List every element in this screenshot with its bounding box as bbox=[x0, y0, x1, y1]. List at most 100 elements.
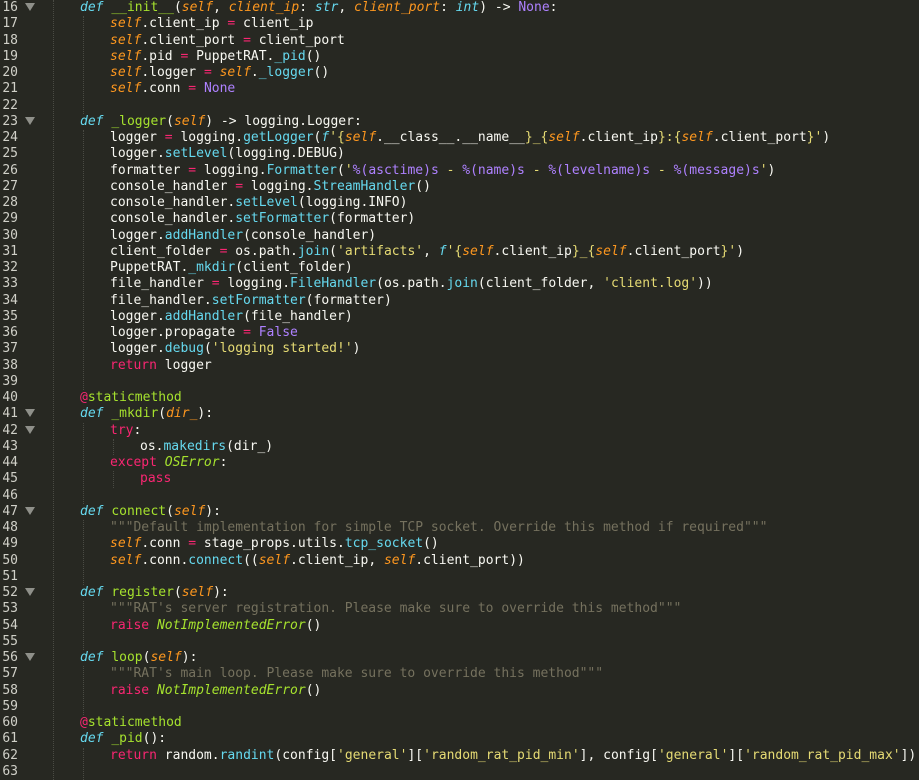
line-number: 32 bbox=[0, 260, 18, 276]
code-line[interactable]: 61def _pid(): bbox=[0, 731, 919, 747]
code-token: _mkdir bbox=[111, 406, 158, 421]
code-line[interactable]: 24logger = logging.getLogger(f'{self.__c… bbox=[0, 130, 919, 146]
code-line[interactable]: 48"""Default implementation for simple T… bbox=[0, 520, 919, 536]
code-line[interactable]: 57"""RAT's main loop. Please make sure t… bbox=[0, 666, 919, 682]
fold-arrow-icon[interactable] bbox=[25, 653, 35, 661]
code-text: formatter = logging.Formatter('%(asctime… bbox=[110, 163, 775, 179]
line-number: 52 bbox=[0, 585, 18, 601]
line-number: 34 bbox=[0, 293, 18, 309]
code-line[interactable]: 49self.conn = stage_props.utils.tcp_sock… bbox=[0, 536, 919, 552]
code-line[interactable]: 25logger.setLevel(logging.DEBUG) bbox=[0, 146, 919, 162]
code-line[interactable]: 33file_handler = logging.FileHandler(os.… bbox=[0, 276, 919, 292]
code-token: None bbox=[518, 0, 549, 15]
code-line[interactable]: 19self.pid = PuppetRAT._pid() bbox=[0, 49, 919, 65]
code-line[interactable]: 50self.conn.connect((self.client_ip, sel… bbox=[0, 553, 919, 569]
code-token: os.path. bbox=[227, 244, 297, 259]
line-number: 62 bbox=[0, 748, 18, 764]
code-token: @ bbox=[80, 715, 88, 730]
code-line[interactable]: 47def connect(self): bbox=[0, 504, 919, 520]
code-line[interactable]: 62return random.randint(config['general'… bbox=[0, 748, 919, 764]
code-line[interactable]: 45pass bbox=[0, 471, 919, 487]
code-token: : bbox=[133, 423, 141, 438]
code-line[interactable]: 35logger.addHandler(file_handler) bbox=[0, 309, 919, 325]
code-line[interactable]: 17self.client_ip = client_ip bbox=[0, 16, 919, 32]
code-token: return bbox=[110, 748, 157, 763]
code-text: raise NotImplementedError() bbox=[110, 618, 321, 634]
code-token: register bbox=[111, 585, 174, 600]
line-number: 28 bbox=[0, 195, 18, 211]
code-token: logging. bbox=[196, 163, 266, 178]
code-line[interactable]: 52def register(self): bbox=[0, 585, 919, 601]
fold-arrow-icon[interactable] bbox=[25, 409, 35, 417]
line-number: 54 bbox=[0, 618, 18, 634]
code-token: def bbox=[80, 0, 103, 15]
code-token: setFormatter bbox=[235, 211, 329, 226]
code-line[interactable]: 32PuppetRAT._mkdir(client_folder) bbox=[0, 260, 919, 276]
code-line[interactable]: 46 bbox=[0, 488, 919, 504]
code-token: def bbox=[80, 504, 103, 519]
code-token: formatter bbox=[110, 163, 188, 178]
code-line[interactable]: 40@staticmethod bbox=[0, 390, 919, 406]
fold-arrow-icon[interactable] bbox=[25, 507, 35, 515]
line-number: 57 bbox=[0, 666, 18, 682]
code-token: str bbox=[315, 0, 338, 15]
fold-arrow-icon[interactable] bbox=[25, 426, 35, 434]
code-line[interactable]: 58raise NotImplementedError() bbox=[0, 683, 919, 699]
code-token: logging. bbox=[220, 276, 290, 291]
code-line[interactable]: 42try: bbox=[0, 423, 919, 439]
code-token: console_handler. bbox=[110, 211, 235, 226]
code-line[interactable]: 20self.logger = self._logger() bbox=[0, 65, 919, 81]
code-line[interactable]: 30logger.addHandler(console_handler) bbox=[0, 228, 919, 244]
code-line[interactable]: 60@staticmethod bbox=[0, 715, 919, 731]
code-text: console_handler = logging.StreamHandler(… bbox=[110, 179, 431, 195]
code-text: file_handler.setFormatter(formatter) bbox=[110, 293, 392, 309]
code-line[interactable]: 34 file_handler.setFormatter(formatter) bbox=[0, 293, 919, 309]
code-line[interactable]: 22 bbox=[0, 98, 919, 114]
code-editor[interactable]: 16def __init__(self, client_ip: str, cli… bbox=[0, 0, 919, 772]
code-line[interactable]: 21self.conn = None bbox=[0, 81, 919, 97]
fold-arrow-icon[interactable] bbox=[25, 117, 35, 125]
code-token: int bbox=[456, 0, 479, 15]
code-line[interactable]: 54 raise NotImplementedError() bbox=[0, 618, 919, 634]
fold-arrow-icon[interactable] bbox=[25, 588, 35, 596]
code-line[interactable]: 37logger.debug('logging started!') bbox=[0, 341, 919, 357]
code-token: StreamHandler bbox=[314, 179, 416, 194]
line-number: 41 bbox=[0, 406, 18, 422]
code-line[interactable]: 29console_handler.setFormatter(formatter… bbox=[0, 211, 919, 227]
code-line[interactable]: 18self.client_port = client_port bbox=[0, 33, 919, 49]
code-line[interactable]: 26formatter = logging.Formatter('%(ascti… bbox=[0, 163, 919, 179]
code-line[interactable]: 55 bbox=[0, 634, 919, 650]
code-line[interactable]: 39 bbox=[0, 374, 919, 390]
code-token: self bbox=[384, 553, 415, 568]
code-token: loop bbox=[111, 650, 142, 665]
code-token: NotImplementedError bbox=[157, 618, 306, 633]
code-line[interactable]: 28 console_handler.setLevel(logging.INFO) bbox=[0, 195, 919, 211]
code-line[interactable]: 43os.makedirs(dir_) bbox=[0, 439, 919, 455]
code-line[interactable]: 23def _logger(self) -> logging.Logger: bbox=[0, 114, 919, 130]
code-token: : bbox=[440, 0, 456, 15]
code-line[interactable]: 27console_handler = logging.StreamHandle… bbox=[0, 179, 919, 195]
code-line[interactable]: 38return logger bbox=[0, 358, 919, 374]
code-line[interactable]: 36logger.propagate = False bbox=[0, 325, 919, 341]
code-line[interactable]: 41def _mkdir(dir_): bbox=[0, 406, 919, 422]
line-number: 16 bbox=[0, 0, 18, 16]
code-line[interactable]: 31client_folder = os.path.join('artifact… bbox=[0, 244, 919, 260]
code-line[interactable]: 16def __init__(self, client_ip: str, cli… bbox=[0, 0, 919, 16]
code-token: PuppetRAT. bbox=[188, 49, 274, 64]
line-number: 47 bbox=[0, 504, 18, 520]
code-line[interactable]: 44except OSError: bbox=[0, 455, 919, 471]
code-token: }_{ bbox=[572, 244, 595, 259]
code-token: = bbox=[165, 130, 173, 145]
code-line[interactable]: 53"""RAT's server registration. Please m… bbox=[0, 601, 919, 617]
code-line[interactable]: 51 bbox=[0, 569, 919, 585]
code-line[interactable]: 59 bbox=[0, 699, 919, 715]
code-line[interactable]: 56def loop(self): bbox=[0, 650, 919, 666]
code-text: @staticmethod bbox=[80, 715, 182, 731]
indent-guide bbox=[113, 439, 114, 455]
code-token: .conn bbox=[141, 536, 188, 551]
code-token: client_ip bbox=[235, 16, 313, 31]
fold-arrow-icon[interactable] bbox=[25, 3, 35, 11]
code-token: OSError bbox=[165, 455, 220, 470]
code-token: self bbox=[174, 504, 205, 519]
code-text: console_handler.setLevel(logging.INFO) bbox=[110, 195, 407, 211]
